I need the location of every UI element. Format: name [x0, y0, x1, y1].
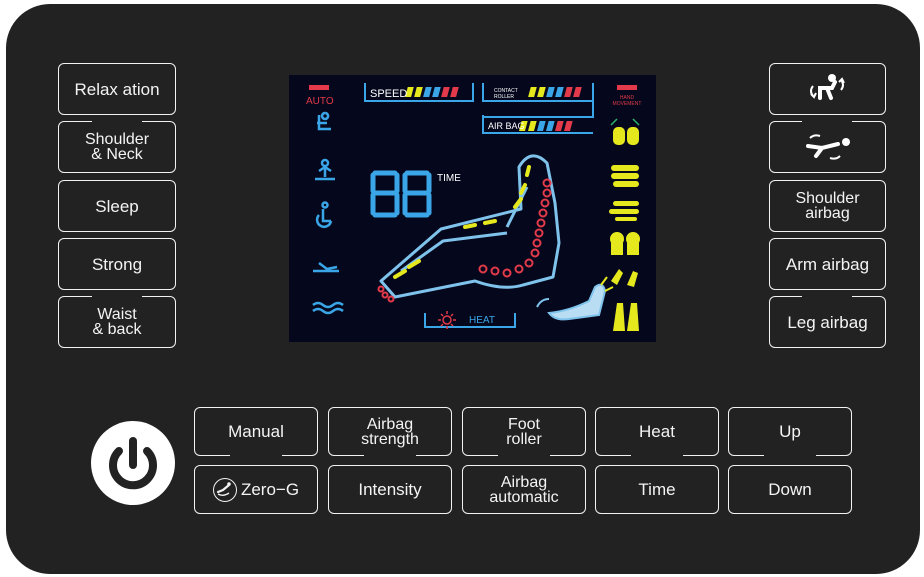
lcd-graphics: [309, 83, 640, 331]
divider: [92, 117, 142, 122]
up-button[interactable]: Up: [728, 407, 852, 456]
contact-roller-label: CONTACT ROLLER: [494, 88, 518, 100]
foot-roller-button[interactable]: Foot roller: [462, 407, 586, 456]
recline-up-button[interactable]: [769, 63, 886, 115]
divider: [364, 454, 416, 459]
divider: [230, 454, 282, 459]
down-button[interactable]: Down: [728, 465, 852, 514]
zero-g-icon: [212, 477, 237, 502]
manual-button[interactable]: Manual: [194, 407, 318, 456]
airbag-label: AIR BAG: [488, 121, 525, 131]
divider: [802, 117, 852, 122]
leg-airbag-button[interactable]: Leg airbag: [769, 296, 886, 348]
divider: [802, 175, 852, 180]
zero-g-button[interactable]: Zero−G: [194, 465, 318, 514]
divider: [631, 454, 683, 459]
strong-button[interactable]: Strong: [58, 238, 176, 290]
shoulder-airbag-button[interactable]: Shoulder airbag: [769, 180, 886, 232]
recline-up-icon: [809, 74, 845, 100]
time-button[interactable]: Time: [595, 465, 719, 514]
divider: [92, 292, 142, 297]
sleep-button[interactable]: Sleep: [58, 180, 176, 232]
divider: [764, 454, 816, 459]
divider: [498, 454, 550, 459]
hand-movement-label: HAND MOVEMENT: [612, 95, 642, 107]
speed-label: SPEED: [370, 88, 408, 100]
time-label: TIME: [437, 173, 461, 184]
lcd-display: AUTO SPEED CONTACT ROLLER AIR BAG HAND M…: [289, 75, 656, 342]
power-button[interactable]: [91, 421, 175, 505]
zero-g-label: Zero−G: [240, 480, 300, 499]
divider: [802, 233, 852, 238]
recline-down-icon: [805, 134, 850, 160]
arm-airbag-button[interactable]: Arm airbag: [769, 238, 886, 290]
airbag-automatic-button[interactable]: Airbag automatic: [462, 465, 586, 514]
divider: [92, 175, 142, 180]
power-icon: [109, 437, 157, 490]
heat-button[interactable]: Heat: [595, 407, 719, 456]
divider: [802, 292, 852, 297]
recline-down-button[interactable]: [769, 121, 886, 173]
intensity-button[interactable]: Intensity: [328, 465, 452, 514]
shoulder-neck-button[interactable]: Shoulder & Neck: [58, 121, 176, 173]
waist-back-button[interactable]: Waist & back: [58, 296, 176, 348]
divider: [92, 233, 142, 238]
auto-label: AUTO: [306, 96, 334, 107]
heat-label: HEAT: [469, 315, 495, 326]
relaxation-button[interactable]: Relax ation: [58, 63, 176, 115]
airbag-strength-button[interactable]: Airbag strength: [328, 407, 452, 456]
